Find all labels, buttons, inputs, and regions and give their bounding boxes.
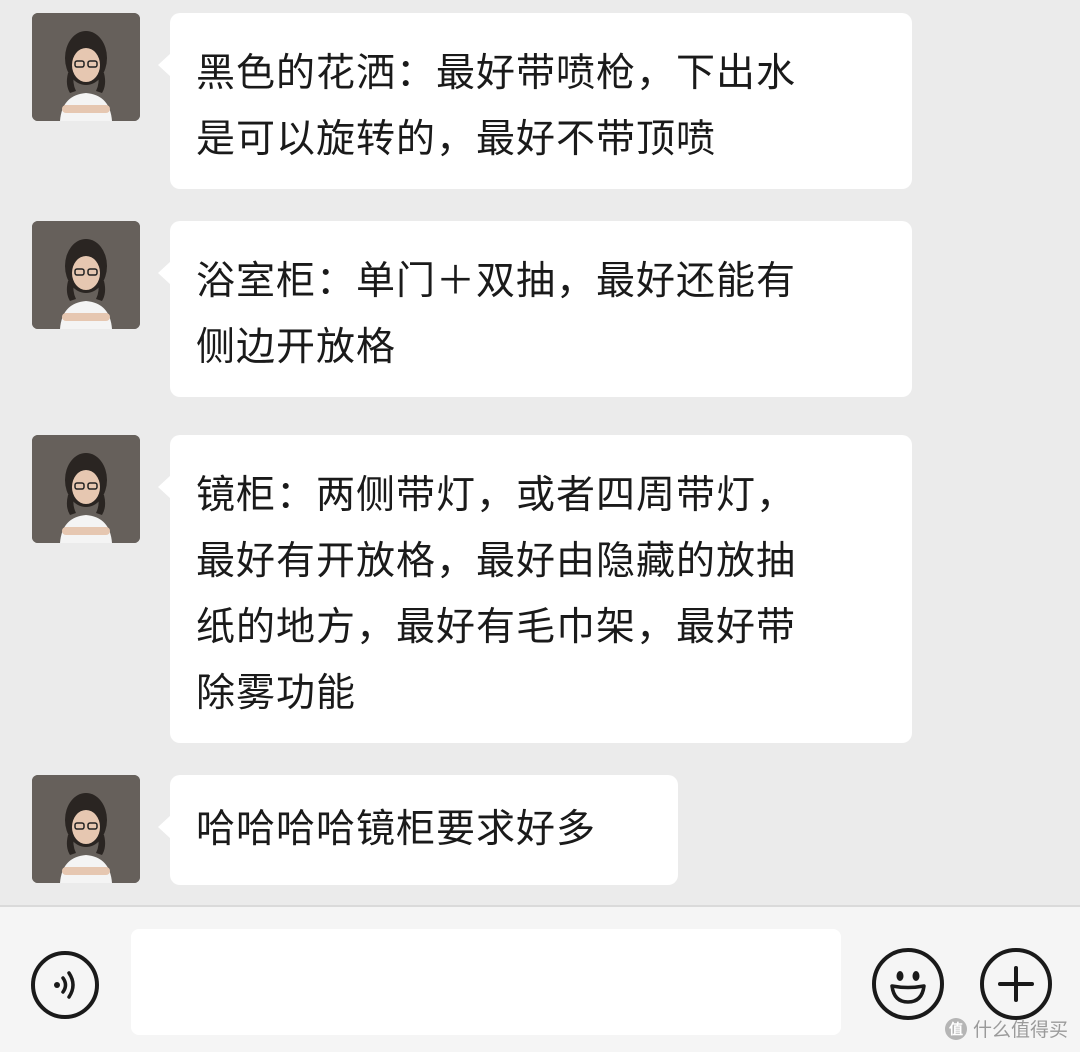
voice-button[interactable] [31,951,99,1019]
avatar[interactable] [32,221,140,329]
avatar[interactable] [32,775,140,883]
emoji-button[interactable] [872,948,944,1020]
smiley-icon [890,971,926,1004]
voice-icon [54,971,75,999]
plus-icon [998,966,1034,1002]
more-button[interactable] [980,948,1052,1020]
avatar[interactable] [32,13,140,121]
avatar[interactable] [32,435,140,543]
watermark: 值 什么值得买 [944,1015,1068,1042]
avatar-icon [32,775,140,883]
message-bubble[interactable]: 黑色的花洒：最好带喷枪，下出水 是可以旋转的，最好不带顶喷 [158,13,912,189]
message-bubble[interactable]: 浴室柜：单门＋双抽，最好还能有 侧边开放格 [158,221,912,397]
watermark-text: 什么值得买 [972,1019,1068,1041]
message-input[interactable] [131,929,841,1035]
message-bubble[interactable]: 镜柜：两侧带灯，或者四周带灯， 最好有开放格，最好由隐藏的放抽 纸的地方，最好有… [158,435,912,743]
watermark-badge-icon: 值 [944,1017,967,1040]
input-bar: 值 什么值得买 [0,905,1080,1052]
message-bubble[interactable]: 哈哈哈哈镜柜要求好多 [158,775,678,885]
avatar-icon [32,221,140,329]
avatar-icon [32,435,140,543]
avatar-icon [32,13,140,121]
chat-message-list[interactable]: 黑色的花洒：最好带喷枪，下出水 是可以旋转的，最好不带顶喷 浴室柜：单门＋双抽，… [0,0,1080,905]
